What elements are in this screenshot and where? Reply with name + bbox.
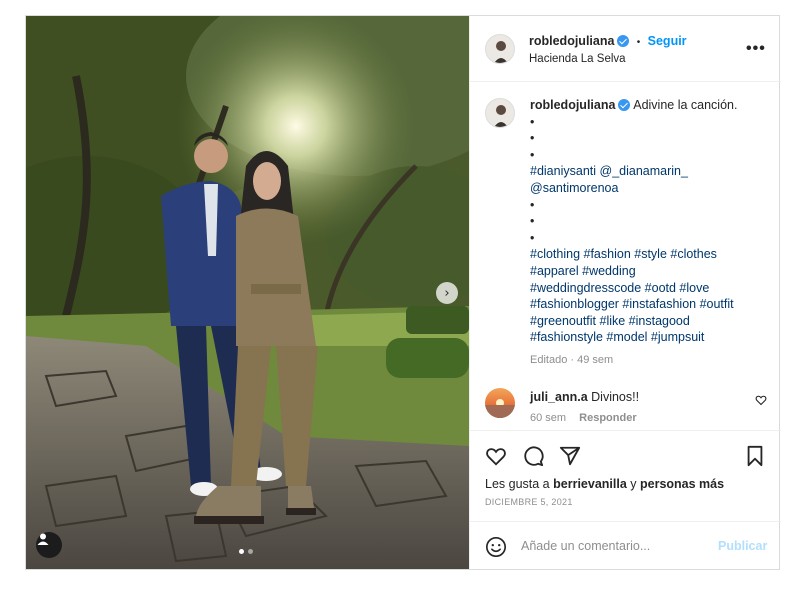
verified-badge-icon	[618, 99, 631, 111]
avatar-image	[485, 388, 515, 418]
caption-dot: •	[530, 230, 535, 245]
caption: robledojuliana Adivine la canción. • • •…	[470, 82, 781, 372]
caption-text: robledojuliana Adivine la canción. • • •…	[530, 97, 770, 369]
caption-time[interactable]: 49 sem	[577, 354, 613, 366]
likes-summary: Les gusta a berrievanilla y personas más	[485, 477, 724, 491]
caption-dot: •	[530, 214, 535, 229]
likes-others-link[interactable]: personas más	[640, 477, 724, 491]
more-options-icon: •••	[746, 40, 766, 57]
caption-message: Adivine la canción.	[633, 98, 738, 112]
add-comment-bar: Publicar	[470, 521, 781, 569]
mention-link[interactable]: @santimorenoa	[530, 181, 618, 195]
publish-button[interactable]: Publicar	[718, 539, 767, 553]
hashtag-line[interactable]: #fashionblogger #instafashion #outfit	[530, 296, 770, 313]
carousel-dot-active	[239, 549, 244, 554]
comment-bubble-icon[interactable]	[522, 445, 544, 467]
avatar-image	[486, 35, 514, 63]
comment-item: juli_ann.a Divinos!! 60 sem Responder	[470, 382, 781, 432]
next-image-button[interactable]: ›	[436, 282, 458, 304]
commenter-avatar[interactable]	[485, 388, 515, 418]
post-side-panel: robledojuliana • Seguir Hacienda La Selv…	[469, 16, 781, 569]
hashtag-line[interactable]: #clothing #fashion #style #clothes	[530, 246, 770, 263]
header-user-line: robledojuliana • Seguir	[529, 34, 687, 48]
caption-dot: •	[530, 197, 535, 212]
tagged-people-button[interactable]	[36, 532, 62, 558]
caption-dot: •	[530, 147, 535, 162]
chevron-right-icon: ›	[444, 285, 450, 301]
more-options-button[interactable]: •••	[746, 40, 766, 58]
comment-body: juli_ann.a Divinos!!	[530, 390, 639, 404]
comment-input[interactable]	[521, 536, 711, 556]
avatar-image	[486, 99, 514, 127]
photo-illustration	[26, 16, 469, 569]
hashtag-line[interactable]: #greenoutfit #like #instagood	[530, 313, 770, 330]
share-paper-plane-icon[interactable]	[559, 445, 581, 467]
caption-author-avatar[interactable]	[485, 98, 515, 128]
post-header: robledojuliana • Seguir Hacienda La Selv…	[470, 16, 781, 82]
carousel-dot	[248, 549, 253, 554]
caption-author[interactable]: robledojuliana	[530, 98, 615, 112]
post-actions: Les gusta a berrievanilla y personas más…	[470, 430, 781, 520]
hashtag-line[interactable]: #fashionstyle #model #jumpsuit	[530, 329, 770, 346]
instagram-post: › robledojuliana • Seguir Hacienda La Se…	[25, 15, 781, 570]
caption-meta: Editado · 49 sem	[530, 352, 770, 369]
emoji-icon[interactable]	[485, 536, 507, 558]
hashtag-line[interactable]: #weddingdresscode #ootd #love	[530, 280, 770, 297]
author-username[interactable]: robledojuliana	[529, 34, 614, 48]
caption-dot: •	[530, 114, 535, 129]
like-comment-heart-icon[interactable]	[755, 394, 767, 406]
comment-text: Divinos!!	[591, 390, 640, 404]
comment-meta: 60 sem Responder	[530, 412, 647, 424]
person-tag-icon	[37, 533, 49, 545]
follow-button[interactable]: Seguir	[648, 34, 687, 48]
mention-link[interactable]: @_dianamarin_	[600, 164, 688, 178]
save-bookmark-icon[interactable]	[745, 445, 765, 467]
post-date[interactable]: DICIEMBRE 5, 2021	[485, 497, 573, 507]
likes-prefix: Les gusta a	[485, 477, 550, 491]
author-avatar[interactable]	[485, 34, 515, 64]
edited-label: Editado	[530, 353, 568, 366]
likes-connector: y	[630, 477, 637, 491]
verified-badge-icon	[617, 35, 630, 47]
hashtag-line[interactable]: #apparel #wedding	[530, 263, 770, 280]
comment-time[interactable]: 60 sem	[530, 412, 566, 424]
commenter-username[interactable]: juli_ann.a	[530, 390, 588, 404]
header-separator: •	[636, 37, 641, 48]
post-photo[interactable]: ›	[26, 16, 469, 569]
reply-button[interactable]: Responder	[579, 412, 636, 424]
meta-separator: ·	[570, 353, 575, 366]
caption-dot: •	[530, 131, 535, 146]
hashtag-link[interactable]: #dianiysanti	[530, 164, 596, 178]
like-heart-icon[interactable]	[485, 445, 507, 467]
post-location[interactable]: Hacienda La Selva	[529, 53, 626, 65]
liker-username[interactable]: berrievanilla	[553, 477, 627, 491]
carousel-indicator	[239, 549, 253, 554]
